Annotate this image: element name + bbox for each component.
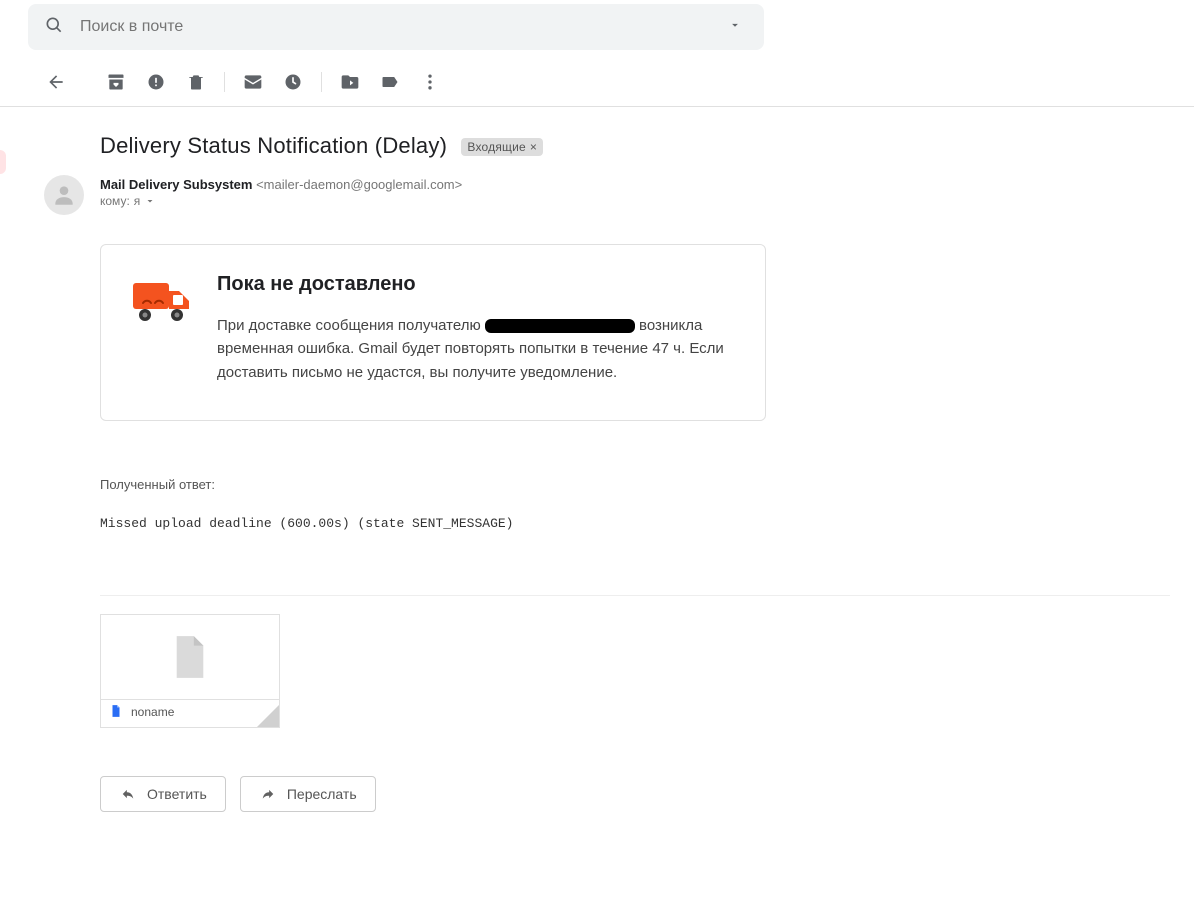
reply-button[interactable]: Ответить <box>100 776 226 812</box>
sender-avatar <box>44 175 84 215</box>
delete-button[interactable] <box>176 62 216 102</box>
back-button[interactable] <box>36 62 76 102</box>
snooze-button[interactable] <box>273 62 313 102</box>
toolbar <box>0 50 1194 107</box>
email-subject-line: Delivery Status Notification (Delay) Вхо… <box>100 133 1170 159</box>
archive-button[interactable] <box>96 62 136 102</box>
file-type-icon <box>109 703 123 722</box>
attachment-thumbnail <box>101 615 279 699</box>
recipient-value: я <box>134 194 141 208</box>
move-to-button[interactable] <box>330 62 370 102</box>
recipient-line[interactable]: кому: я <box>100 194 1170 208</box>
response-code: Missed upload deadline (600.00s) (state … <box>100 516 1170 531</box>
label-button[interactable] <box>370 62 410 102</box>
response-label: Полученный ответ: <box>100 477 1170 492</box>
status-text: При доставке сообщения получателю возник… <box>217 314 737 384</box>
reply-icon <box>119 787 137 801</box>
recipient-prefix: кому: <box>100 194 130 208</box>
forward-label: Переслать <box>287 786 357 802</box>
search-bar[interactable] <box>28 4 764 50</box>
search-icon <box>36 15 78 40</box>
chip-label: Входящие <box>467 140 526 154</box>
search-input[interactable] <box>78 17 714 37</box>
chip-remove-icon[interactable]: × <box>530 140 537 154</box>
status-heading: Пока не доставлено <box>217 273 737 296</box>
forward-button[interactable]: Переслать <box>240 776 376 812</box>
label-chip-inbox[interactable]: Входящие × <box>461 138 543 156</box>
attachment-filename: noname <box>131 705 174 719</box>
forward-icon <box>259 787 277 801</box>
sender-name: Mail Delivery Subsystem <box>100 177 252 192</box>
redacted-recipient <box>485 319 635 333</box>
spam-button[interactable] <box>136 62 176 102</box>
more-button[interactable] <box>410 62 450 102</box>
reply-label: Ответить <box>147 786 207 802</box>
delivery-status-box: Пока не доставлено При доставке сообщени… <box>100 244 766 421</box>
search-options-dropdown-icon[interactable] <box>714 18 756 37</box>
sender-email: <mailer-daemon@googlemail.com> <box>256 177 462 192</box>
email-subject: Delivery Status Notification (Delay) <box>100 133 447 158</box>
mark-unread-button[interactable] <box>233 62 273 102</box>
corner-fold-icon <box>257 705 279 727</box>
attachment-tile[interactable]: noname <box>100 614 280 728</box>
truck-icon <box>129 273 193 342</box>
file-icon <box>171 634 209 680</box>
recipient-details-dropdown-icon[interactable] <box>144 195 156 207</box>
sender-line: Mail Delivery Subsystem <mailer-daemon@g… <box>100 177 1170 192</box>
attachment-divider <box>100 595 1170 596</box>
